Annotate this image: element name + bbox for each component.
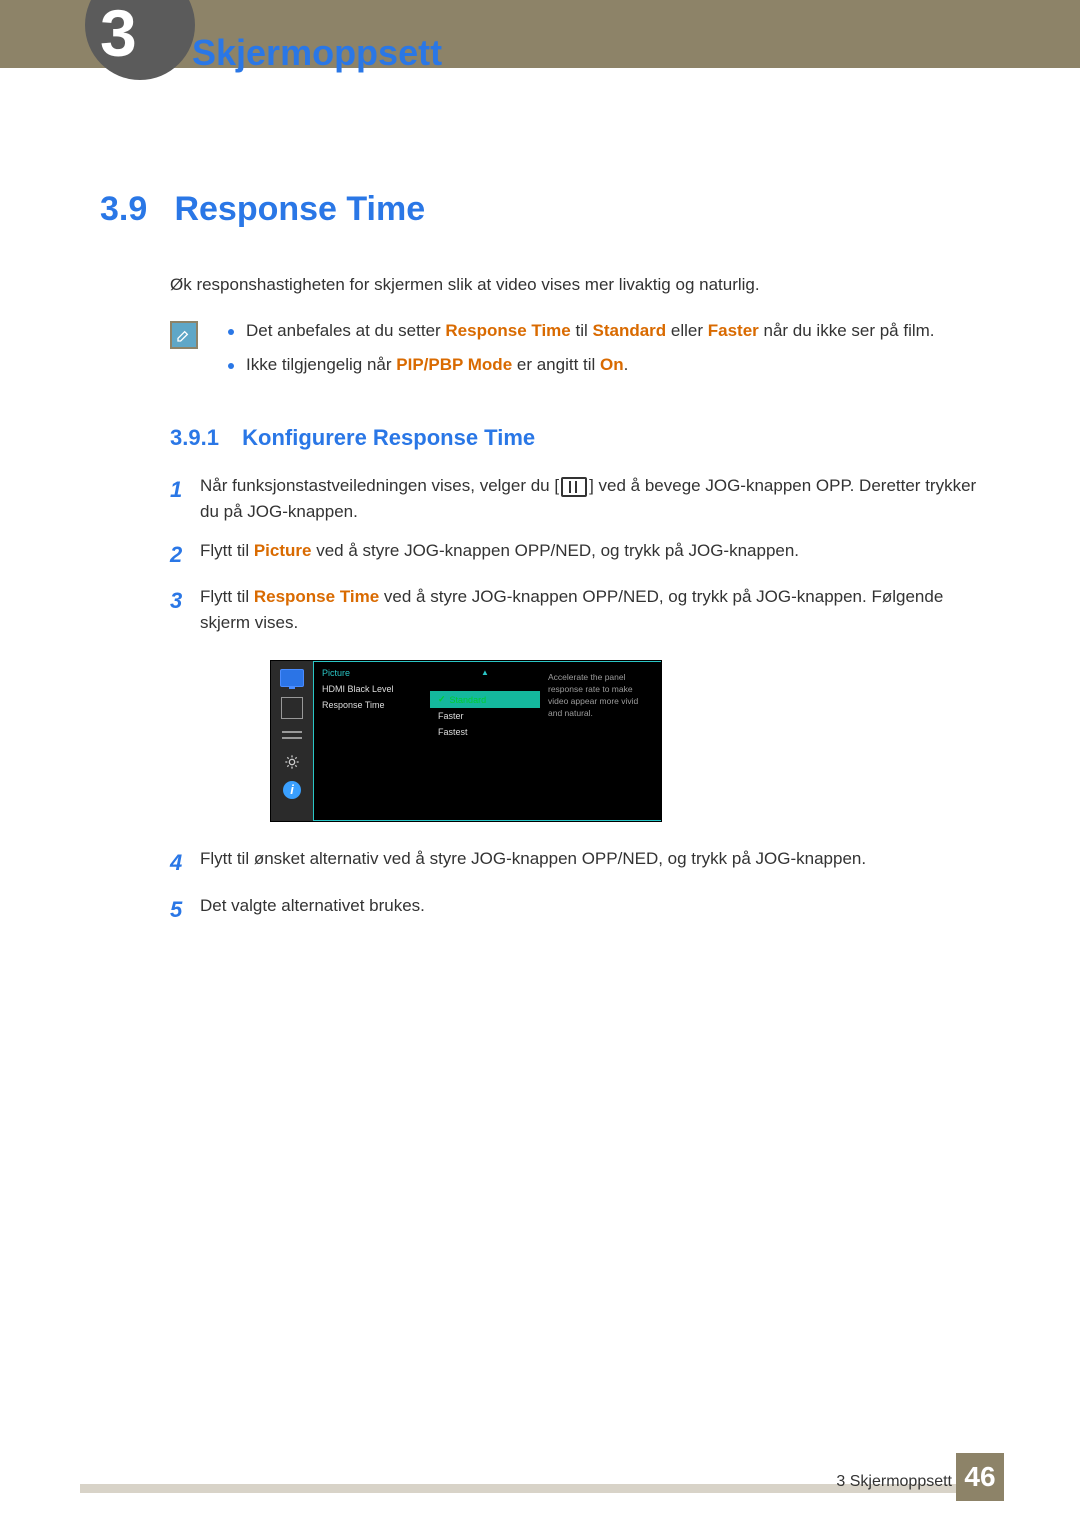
footer-breadcrumb: 3 Skjermoppsett — [836, 1473, 952, 1491]
section-intro: Øk responshastigheten for skjermen slik … — [170, 275, 980, 295]
osd-option-fastest: Fastest — [430, 724, 540, 740]
info-icon: i — [283, 781, 301, 799]
arrow-up-icon: ▲ — [430, 668, 540, 677]
step-2: 2 Flytt til Picture ved å styre JOG-knap… — [170, 538, 980, 572]
section-title: Response Time — [174, 190, 425, 228]
section-number: 3.9 — [100, 190, 170, 229]
subsection-title: Konfigurere Response Time — [242, 425, 535, 450]
note-box: Det anbefales at du setter Response Time… — [170, 321, 980, 389]
chapter-title: Skjermoppsett — [192, 32, 442, 74]
osd-row-response: Response Time — [322, 700, 422, 710]
subsection-number: 3.9.1 — [170, 425, 236, 451]
chapter-number: 3 — [100, 0, 137, 71]
osd-row-hdmi: HDMI Black Level — [322, 684, 422, 694]
steps-list: 1 Når funksjonstastveiledningen vises, v… — [170, 473, 980, 927]
osd-screenshot: i Picture HDMI Black Level Response Time… — [270, 660, 980, 822]
note-item-1: Det anbefales at du setter Response Time… — [228, 321, 935, 341]
note-body: Det anbefales at du setter Response Time… — [228, 321, 935, 389]
gear-icon — [283, 753, 301, 771]
osd-option-faster: Faster — [430, 708, 540, 724]
check-icon: ✓ — [438, 694, 446, 705]
step-5: 5 Det valgte alternativet brukes. — [170, 893, 980, 927]
osd-option-standard: ✓Standard — [430, 691, 540, 708]
section-heading: 3.9 Response Time — [100, 190, 980, 229]
page-body: 3.9 Response Time Øk responshastigheten … — [100, 190, 980, 939]
osd-description: Accelerate the panel response rate to ma… — [540, 662, 661, 820]
manual-page: { "chapter": {"number": "3", "title": "S… — [0, 0, 1080, 1527]
osd-sidebar: i — [271, 661, 313, 821]
step-4: 4 Flytt til ønsket alternativ ved å styr… — [170, 846, 980, 880]
note-item-2: Ikke tilgjengelig når PIP/PBP Mode er an… — [228, 355, 935, 375]
monitor-icon — [280, 669, 304, 687]
list-icon — [282, 729, 302, 743]
step-3: 3 Flytt til Response Time ved å styre JO… — [170, 584, 980, 637]
osd-main: Picture HDMI Black Level Response Time ▲… — [313, 661, 661, 821]
resize-icon — [281, 697, 303, 719]
subsection-heading: 3.9.1 Konfigurere Response Time — [170, 425, 980, 451]
page-number: 46 — [956, 1453, 1004, 1501]
note-icon — [170, 321, 198, 349]
pencil-icon — [176, 327, 192, 343]
osd-panel: i Picture HDMI Black Level Response Time… — [270, 660, 662, 822]
osd-options-column: ▲ ✓Standard Faster Fastest — [430, 662, 540, 820]
menu-icon — [561, 477, 587, 497]
step-1: 1 Når funksjonstastveiledningen vises, v… — [170, 473, 980, 526]
osd-menu-header: Picture — [322, 668, 422, 678]
osd-menu-column: Picture HDMI Black Level Response Time — [314, 662, 430, 820]
